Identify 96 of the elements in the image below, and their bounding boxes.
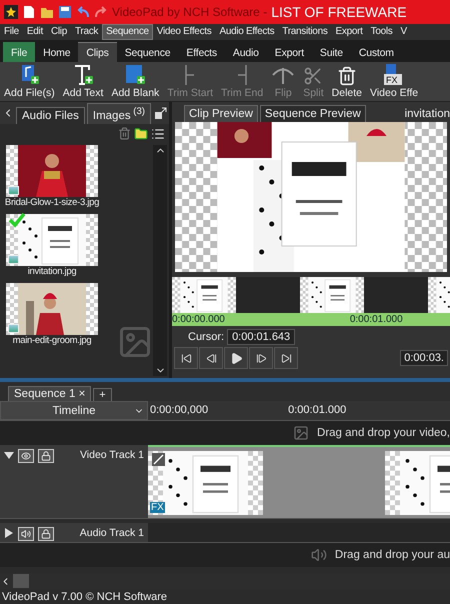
- toolbar-button[interactable]: Add Blank: [107, 62, 164, 101]
- toolbar-button[interactable]: Delete: [328, 62, 366, 101]
- ribbon-tab[interactable]: Suite: [312, 42, 351, 62]
- step-back-button[interactable]: [199, 347, 223, 369]
- ribbon-tab[interactable]: Effects: [178, 42, 225, 62]
- step-forward-icon: [256, 352, 266, 364]
- skip-back-icon: [180, 352, 192, 364]
- menu-item[interactable]: Clip: [46, 24, 71, 40]
- skip-back-button[interactable]: [174, 347, 198, 369]
- list-view-icon[interactable]: [151, 126, 165, 140]
- ribbon-tab[interactable]: Home: [35, 42, 78, 62]
- menu-item[interactable]: Track: [71, 24, 102, 40]
- new-file-icon[interactable]: [22, 5, 36, 19]
- file-name: invitation.jpg: [28, 266, 76, 277]
- menu-item[interactable]: Transitions: [278, 24, 332, 40]
- file-name: Bridal-Glow-1-size-3.jpg: [4, 197, 100, 208]
- add-tab-button[interactable]: +: [93, 388, 112, 401]
- lock-icon: [41, 529, 51, 539]
- lock-icon: [41, 451, 51, 461]
- step-forward-button[interactable]: [249, 347, 273, 369]
- ruler-label: 0:00:00.000: [172, 313, 225, 326]
- image-watermark-icon: [117, 324, 153, 360]
- clip-name: invitation: [404, 108, 450, 122]
- lock-button[interactable]: [38, 527, 54, 541]
- ribbon-tab[interactable]: Audio: [224, 42, 267, 62]
- image-type-icon: [8, 324, 19, 333]
- ribbon-tab[interactable]: Custom: [350, 42, 402, 62]
- image-icon: [293, 425, 310, 441]
- menu-item[interactable]: File: [0, 24, 23, 40]
- trash-icon[interactable]: [118, 127, 131, 140]
- fade-icon[interactable]: [152, 453, 165, 466]
- ruler-label: 0:00:00,000: [150, 403, 208, 418]
- blank-add-icon: [123, 64, 148, 86]
- trash-icon: [336, 66, 357, 86]
- bin-tab[interactable]: Images $^{(3)}$: [86, 103, 151, 124]
- step-back-icon: [206, 352, 216, 364]
- collapse-icon[interactable]: [4, 449, 14, 461]
- track-name: Video Track 1: [80, 449, 144, 461]
- time-ruler[interactable]: 0:00:00,000 0:00:01.000: [148, 401, 450, 420]
- ribbon-tab[interactable]: Export: [266, 42, 312, 62]
- ruler-label: 0:00:01.000: [288, 403, 346, 418]
- menu-item[interactable]: Video Effects: [152, 24, 216, 40]
- expand-icon[interactable]: [4, 527, 14, 539]
- drop-hint: Drag and drop your au: [334, 549, 450, 561]
- lock-button[interactable]: [38, 449, 54, 463]
- scissors-icon: [303, 66, 324, 86]
- image-type-icon: [8, 186, 19, 195]
- drop-hint: Drag and drop your video,: [317, 427, 450, 439]
- image-type-icon: [8, 255, 19, 264]
- track-name: Audio Track 1: [80, 527, 144, 539]
- ribbon-tab[interactable]: File: [3, 42, 36, 62]
- skip-forward-icon: [280, 352, 292, 364]
- document-title: LIST OF FREEWARE: [271, 4, 407, 20]
- ribbon-tab[interactable]: Clips: [78, 42, 117, 62]
- play-button[interactable]: [224, 347, 248, 369]
- cursor-label: Cursor:: [188, 331, 224, 343]
- ruler-label: 0:00:01.000: [350, 313, 403, 326]
- file-item[interactable]: main-edit-groom.jpg: [2, 283, 102, 346]
- status-text: VideoPad v 7.00 © NCH Software: [2, 590, 168, 602]
- timeline-dropdown[interactable]: Timeline: [0, 401, 148, 420]
- menu-item[interactable]: Edit: [22, 24, 47, 40]
- save-icon[interactable]: [58, 5, 72, 19]
- speaker-icon: [310, 547, 327, 563]
- toolbar-button[interactable]: FX Video Effe: [366, 62, 422, 101]
- folder-icon[interactable]: [40, 5, 54, 19]
- menu-item[interactable]: Audio Effects: [215, 24, 278, 40]
- menu-item[interactable]: Tools: [366, 24, 397, 40]
- skip-forward-button[interactable]: [274, 347, 298, 369]
- duration-field: 0:00:03.: [400, 350, 448, 366]
- file-item[interactable]: Bridal-Glow-1-size-3.jpg: [2, 145, 102, 208]
- mute-button[interactable]: [18, 527, 34, 541]
- bin-tab[interactable]: Audio Files: [16, 107, 85, 124]
- preview-tab[interactable]: Sequence Preview: [260, 105, 366, 122]
- sequence-tab[interactable]: Sequence 1 ×: [8, 386, 92, 401]
- speaker-icon: [21, 529, 31, 539]
- preview-tab[interactable]: Clip Preview: [184, 105, 258, 122]
- ribbon-tab[interactable]: Sequence: [116, 42, 178, 62]
- toolbar-button[interactable]: Add Text: [58, 62, 108, 101]
- toolbar-button[interactable]: Add File(s): [0, 62, 59, 101]
- file-name: main-edit-groom.jpg: [12, 335, 92, 346]
- cursor-field[interactable]: 0:00:01.643: [227, 329, 296, 345]
- scroll-thumb[interactable]: [13, 574, 29, 588]
- eye-icon: [21, 451, 31, 461]
- menu-item[interactable]: Sequence: [102, 24, 153, 40]
- fx-label[interactable]: FX: [150, 502, 165, 513]
- file-item[interactable]: invitation.jpg: [2, 214, 102, 277]
- menu-item[interactable]: Export: [332, 24, 367, 40]
- folder-add-icon[interactable]: [134, 126, 148, 140]
- visibility-button[interactable]: [18, 449, 34, 463]
- time-ruler[interactable]: 0:00:00.000 0:00:01.000: [172, 313, 450, 326]
- play-icon: [230, 352, 242, 364]
- film-icon: [4, 5, 18, 19]
- scrollbar[interactable]: [153, 145, 167, 376]
- menu-item[interactable]: V: [396, 24, 411, 40]
- window-title: VideoPad by NCH Software -: [112, 5, 268, 19]
- undock-icon[interactable]: [154, 106, 167, 120]
